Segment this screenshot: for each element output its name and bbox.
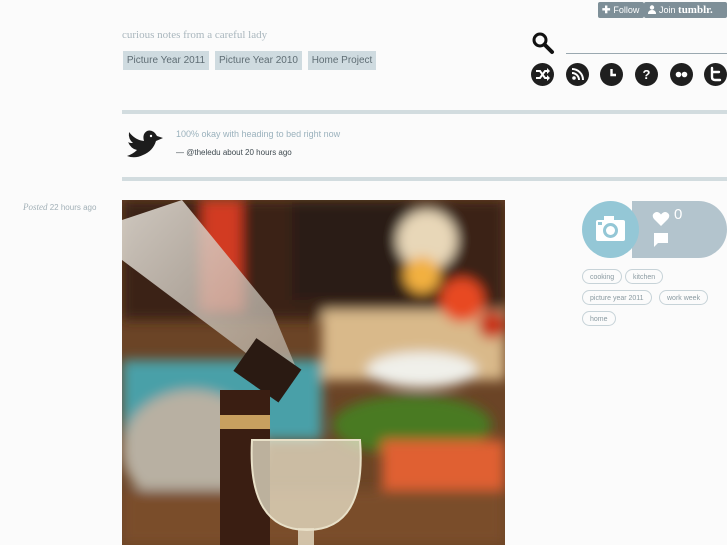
posted-time: 22 hours ago [49,203,97,212]
follow-button[interactable]: ✚ Follow [598,2,645,18]
tag-home[interactable]: home [582,311,616,326]
ask-question-icon[interactable]: ? [635,63,658,86]
divider-top [122,110,727,114]
tweet-meta[interactable]: — @theledu about 20 hours ago [176,148,292,157]
tumblr-brand: tumblr. [678,4,713,16]
twitter-bird-icon [123,126,167,162]
post-timestamp[interactable]: Posted 22 hours ago [23,202,96,212]
divider-bottom [122,177,727,181]
posted-label: Posted [23,202,48,212]
flickr-icon[interactable] [670,63,693,86]
join-label: Join [659,5,676,15]
note-count: 0 [674,206,683,223]
tag-cooking[interactable]: cooking [582,269,623,284]
plus-icon: ✚ [602,5,611,16]
search-icon[interactable] [531,31,555,55]
follow-label: Follow [613,5,640,15]
nav-picture-year-2010[interactable]: Picture Year 2010 [215,51,302,70]
user-icon [648,3,656,19]
tag-kitchen[interactable]: kitchen [625,269,664,284]
tag-picture-year-2011[interactable]: picture year 2011 [582,290,652,305]
twitter-icon[interactable] [704,63,727,86]
join-tumblr-button[interactable]: Join tumblr. [644,2,727,18]
post-photo[interactable] [122,200,505,545]
camera-icon [582,201,639,258]
heart-icon[interactable] [652,211,670,227]
tag-work-week[interactable]: work week [659,290,709,305]
archive-clock-icon[interactable] [600,63,623,86]
search-input[interactable] [566,53,727,54]
nav-picture-year-2011[interactable]: Picture Year 2011 [123,51,209,70]
comment-icon[interactable] [653,232,669,248]
nav-home-project[interactable]: Home Project [308,51,376,70]
random-icon[interactable] [531,63,554,86]
tweet-text[interactable]: 100% okay with heading to bed right now [176,129,340,139]
rss-icon[interactable] [566,63,589,86]
blog-tagline: curious notes from a careful lady [122,29,268,41]
